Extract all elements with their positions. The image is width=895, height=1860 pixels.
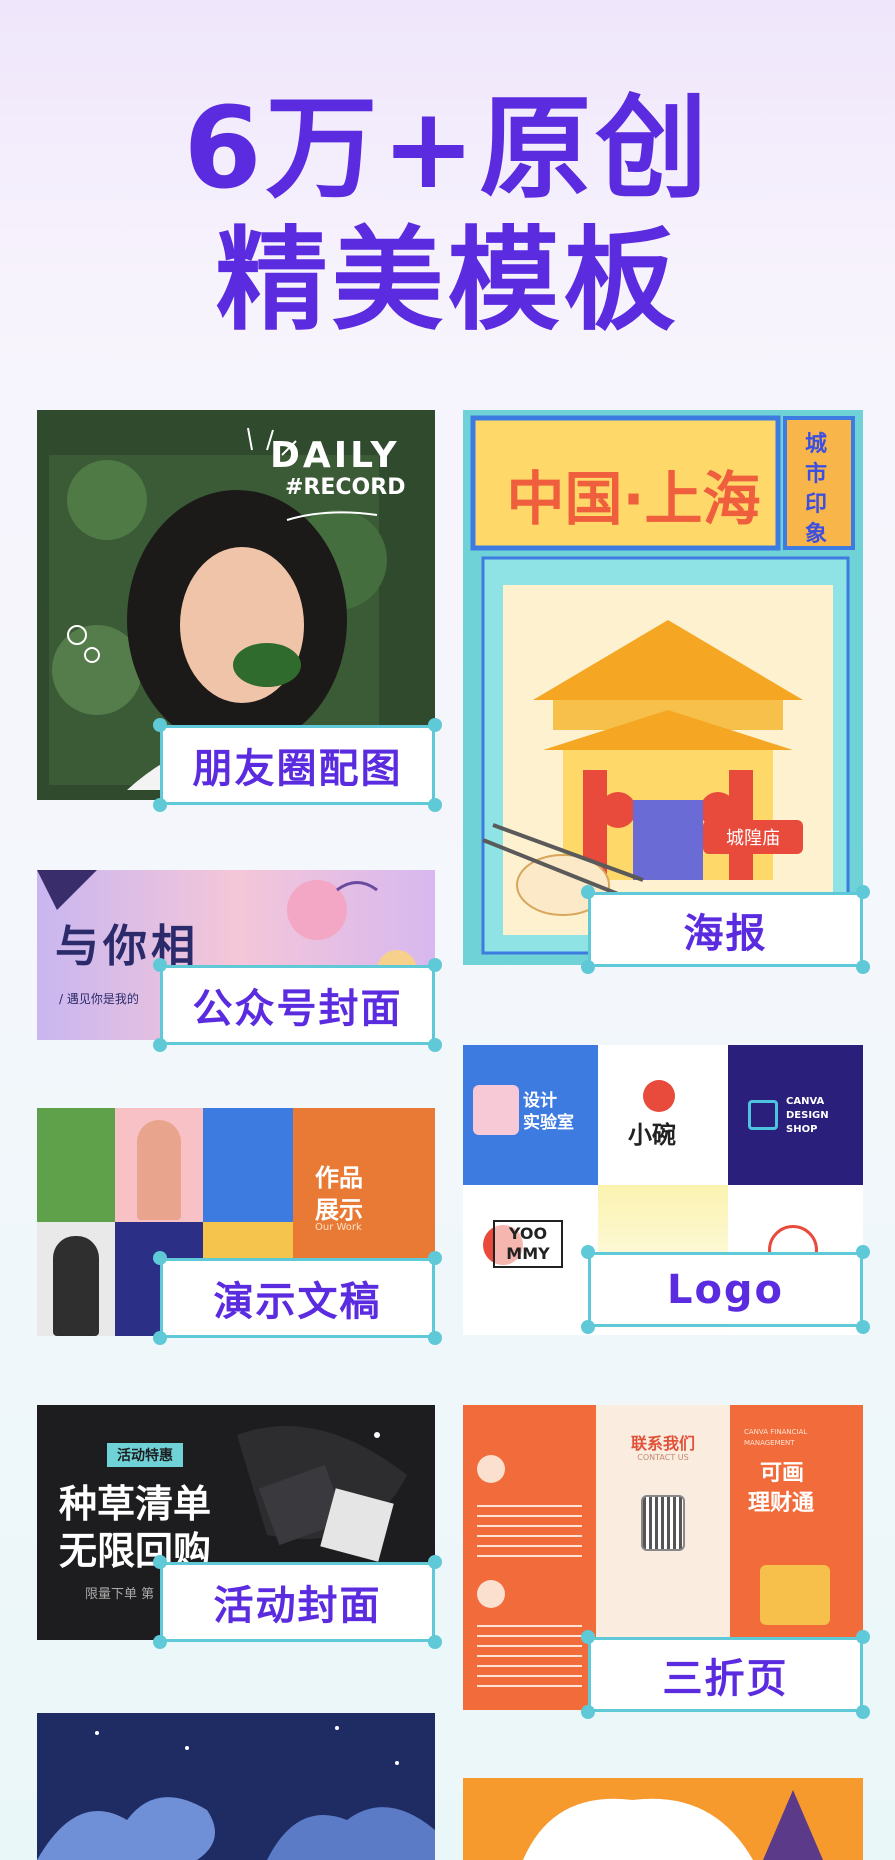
label-handle [856, 1245, 870, 1259]
event-cover-badge: 活动特惠 [107, 1443, 183, 1467]
event-cover-badge-text: 活动特惠 [117, 1448, 173, 1464]
pres-person-photo [137, 1120, 181, 1220]
label-presentation[interactable]: 演示文稿 [160, 1258, 435, 1338]
label-handle [153, 1251, 167, 1265]
hero-title-line2: 精美模板 [215, 216, 680, 346]
shopping-cart-icon [760, 1565, 830, 1625]
label-handle [153, 798, 167, 812]
template-card-night-sky[interactable] [37, 1713, 435, 1860]
label-handle [428, 1251, 442, 1265]
poster-title: 中国·上海 [506, 465, 761, 533]
label-handle [428, 958, 442, 972]
label-logo-text: Logo [666, 1266, 785, 1313]
canva-c-icon [748, 1100, 778, 1130]
label-handle [153, 1038, 167, 1052]
label-handle [428, 1555, 442, 1569]
pres-art-line2: 展示 [315, 1196, 363, 1224]
label-handle [153, 1635, 167, 1649]
pres-art-line1: 作品 [315, 1164, 363, 1192]
wechat-cover-subtitle: / 遇见你是我的 [59, 992, 139, 1006]
trifold-right-title1: 可画 [760, 1461, 805, 1486]
template-card-orange[interactable] [463, 1778, 863, 1860]
label-handle [856, 1320, 870, 1334]
pres-tile-green [37, 1108, 115, 1222]
trifold-right-brand: CANVA FINANCIAL MANAGEMENT [744, 1428, 808, 1447]
label-tri-fold-text: 三折页 [662, 1655, 789, 1702]
label-handle [856, 960, 870, 974]
label-handle [153, 1555, 167, 1569]
label-tri-fold[interactable]: 三折页 [588, 1637, 863, 1712]
trifold-avatar [477, 1580, 505, 1608]
poster-side-2: 市 [805, 462, 828, 487]
trifold-contact-sub: CONTACT US [637, 1453, 689, 1462]
logo-tile-lab: 设计 实验室 [463, 1045, 598, 1185]
label-handle [581, 960, 595, 974]
label-handle [856, 1705, 870, 1719]
logo-tile-yoommy: YOO MMY [463, 1185, 598, 1335]
label-handle [153, 1331, 167, 1345]
logo-tile-canva-text: CANVA DESIGN SHOP [786, 1096, 829, 1135]
orange-preview-image [463, 1778, 863, 1860]
toilet-roll-icon [473, 1085, 519, 1135]
label-wechat-cover[interactable]: 公众号封面 [160, 965, 435, 1045]
label-handle [153, 718, 167, 732]
moments-art-record: #RECORD [285, 475, 406, 500]
pres-person-photo [53, 1236, 99, 1336]
logo-tile-yoommy-text: YOO MMY [493, 1220, 563, 1268]
label-event-cover-text: 活动封面 [213, 1583, 382, 1629]
label-handle [581, 1630, 595, 1644]
event-cover-sub: 限量下单 第 [85, 1587, 155, 1602]
label-handle [856, 1630, 870, 1644]
trifold-avatar [477, 1455, 505, 1483]
qr-code-icon [641, 1495, 685, 1551]
logo-tile-canva: CANVA DESIGN SHOP [728, 1045, 863, 1185]
logo-tile-bowl-text: 小碗 [628, 1121, 676, 1149]
trifold-right-title2: 理财通 [748, 1491, 815, 1516]
pres-art-sub: Our Work [315, 1222, 362, 1233]
bowl-icon [643, 1080, 675, 1112]
label-poster-text: 海报 [683, 910, 768, 957]
label-wechat-cover-text: 公众号封面 [192, 986, 403, 1032]
label-handle [581, 1245, 595, 1259]
label-handle [428, 718, 442, 732]
label-handle [428, 1038, 442, 1052]
label-moments[interactable]: 朋友圈配图 [160, 725, 435, 805]
hero-section: 6万+原创 精美模板 [0, 0, 895, 400]
logo-tile-bowl: 小碗 [598, 1045, 728, 1185]
label-event-cover[interactable]: 活动封面 [160, 1562, 435, 1642]
label-handle [428, 1331, 442, 1345]
pres-tile-photo [37, 1222, 115, 1336]
logo-tile-lab-text: 设计 实验室 [523, 1091, 574, 1133]
poster-tag-text: 城隍庙 [726, 828, 780, 849]
label-handle [856, 885, 870, 899]
label-handle [153, 958, 167, 972]
trifold-contact: 联系我们 [630, 1434, 695, 1453]
label-presentation-text: 演示文稿 [213, 1279, 382, 1325]
trifold-text-lines [477, 1505, 582, 1565]
label-handle [428, 798, 442, 812]
label-poster[interactable]: 海报 [588, 892, 863, 967]
trifold-panel-left [463, 1405, 596, 1710]
moments-art-daily: DAILY [270, 435, 400, 476]
label-handle [428, 1635, 442, 1649]
label-moments-text: 朋友圈配图 [192, 746, 403, 792]
night-sky-preview-image [37, 1713, 435, 1860]
pres-tile-pink [115, 1108, 203, 1222]
poster-tag: 城隍庙 [703, 820, 803, 854]
template-card-poster[interactable]: 中国·上海 城 市 印 象 城隍庙 [463, 410, 863, 965]
poster-side-1: 城 [805, 432, 828, 457]
label-handle [581, 885, 595, 899]
pres-tile-blue [203, 1108, 293, 1222]
label-handle [581, 1705, 595, 1719]
poster-side-4: 象 [805, 522, 828, 547]
label-logo[interactable]: Logo [588, 1252, 863, 1327]
poster-side-3: 印 [805, 492, 828, 517]
trifold-text-lines [477, 1625, 582, 1695]
label-handle [581, 1320, 595, 1334]
